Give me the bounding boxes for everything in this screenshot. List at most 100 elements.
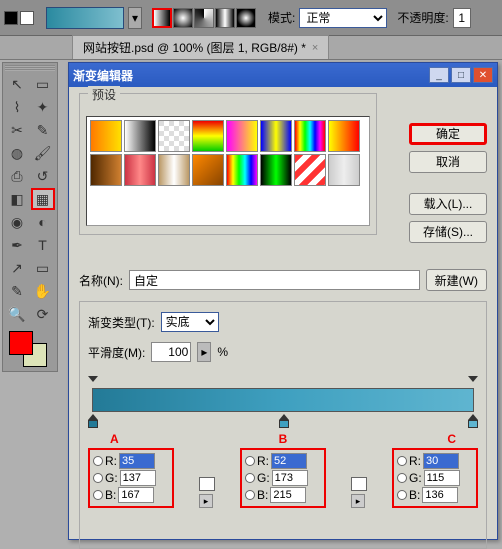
gradient-bar[interactable]: [88, 376, 478, 430]
gradient-diamond-icon[interactable]: [236, 8, 256, 28]
gradient-preview[interactable]: [46, 7, 124, 29]
radio-g[interactable]: [397, 473, 407, 483]
minimize-button[interactable]: _: [429, 67, 449, 83]
radio-g[interactable]: [245, 473, 255, 483]
preset-swatch[interactable]: [328, 154, 360, 186]
preset-swatch[interactable]: [294, 154, 326, 186]
b-input-c[interactable]: [422, 487, 458, 503]
crop-tool-icon[interactable]: ✂: [5, 119, 29, 141]
blur-tool-icon[interactable]: ◉: [5, 211, 29, 233]
rgb-box-b: R: G: B:: [240, 448, 326, 508]
move-tool-icon[interactable]: ↖: [5, 73, 29, 95]
eyedropper-tool-icon[interactable]: ✎: [31, 119, 55, 141]
tool-preset[interactable]: [4, 11, 34, 25]
pen-tool-icon[interactable]: ✒: [5, 234, 29, 256]
preset-swatch[interactable]: [328, 120, 360, 152]
gradient-angle-icon[interactable]: [194, 8, 214, 28]
history-brush-icon[interactable]: ↺: [31, 165, 55, 187]
preset-swatch[interactable]: [260, 120, 292, 152]
eraser-tool-icon[interactable]: ◧: [5, 188, 29, 210]
gradient-linear-icon[interactable]: [152, 8, 172, 28]
heal-tool-icon[interactable]: ◍: [5, 142, 29, 164]
name-input[interactable]: [129, 270, 420, 290]
tab-title: 网站按钮.psd @ 100% (图层 1, RGB/8#) *: [83, 39, 306, 56]
path-tool-icon[interactable]: ↗: [5, 257, 29, 279]
smooth-dropdown[interactable]: ▸: [197, 342, 211, 362]
swatch-icon[interactable]: [199, 477, 215, 491]
preset-swatch[interactable]: [124, 120, 156, 152]
preset-swatch[interactable]: [192, 120, 224, 152]
r-input-c[interactable]: [423, 453, 459, 469]
gradient-radial-icon[interactable]: [173, 8, 193, 28]
color-stop-c[interactable]: [468, 414, 478, 426]
close-icon[interactable]: ×: [312, 42, 318, 54]
type-select[interactable]: 实底: [161, 312, 219, 332]
mode-select[interactable]: 正常: [299, 8, 387, 28]
preset-swatch[interactable]: [90, 154, 122, 186]
titlebar[interactable]: 渐变编辑器 _ □ ✕: [69, 63, 497, 87]
preset-swatch[interactable]: [260, 154, 292, 186]
gradient-dropdown[interactable]: ▾: [128, 7, 142, 29]
g-input-c[interactable]: [424, 470, 460, 486]
dodge-tool-icon[interactable]: ◐: [31, 211, 55, 233]
tools-palette: ↖ ▭ ⌇ ✦ ✂ ✎ ◍ 🖌 ⎙ ↺ ◧ ▦ ◉ ◐ ✒ T ↗ ▭ ✎ ✋ …: [2, 62, 58, 372]
shape-tool-icon[interactable]: ▭: [31, 257, 55, 279]
smooth-unit: %: [217, 345, 228, 359]
opacity-input[interactable]: [453, 8, 471, 28]
ok-button[interactable]: 确定: [409, 123, 487, 145]
save-button[interactable]: 存储(S)...: [409, 221, 487, 243]
r-input-b[interactable]: [271, 453, 307, 469]
wand-tool-icon[interactable]: ✦: [31, 96, 55, 118]
preset-swatch[interactable]: [158, 154, 190, 186]
g-input-a[interactable]: [120, 470, 156, 486]
b-input-b[interactable]: [270, 487, 306, 503]
new-button[interactable]: 新建(W): [426, 269, 487, 291]
gradient-reflected-icon[interactable]: [215, 8, 235, 28]
close-button[interactable]: ✕: [473, 67, 493, 83]
foreground-color-swatch[interactable]: [9, 331, 33, 355]
load-button[interactable]: 载入(L)...: [409, 193, 487, 215]
preset-swatch[interactable]: [124, 154, 156, 186]
radio-b[interactable]: [397, 490, 407, 500]
r-input-a[interactable]: [119, 453, 155, 469]
notes-tool-icon[interactable]: ✎: [5, 280, 29, 302]
color-stop-a[interactable]: [88, 414, 98, 426]
chevron-right-icon[interactable]: ▸: [351, 494, 365, 508]
stamp-tool-icon[interactable]: ⎙: [5, 165, 29, 187]
drag-handle[interactable]: [5, 65, 55, 71]
preset-swatch[interactable]: [226, 154, 258, 186]
gradient-strip[interactable]: [92, 388, 474, 412]
preset-swatch[interactable]: [158, 120, 190, 152]
brush-tool-icon[interactable]: 🖌: [31, 142, 55, 164]
chevron-right-icon[interactable]: ▸: [199, 494, 213, 508]
cancel-button[interactable]: 取消: [409, 151, 487, 173]
radio-r[interactable]: [245, 456, 255, 466]
preset-swatch[interactable]: [226, 120, 258, 152]
g-input-b[interactable]: [272, 470, 308, 486]
lasso-tool-icon[interactable]: ⌇: [5, 96, 29, 118]
color-stop-b[interactable]: [279, 414, 289, 426]
rotate-tool-icon[interactable]: ⟳: [31, 303, 55, 325]
type-tool-icon[interactable]: T: [31, 234, 55, 256]
swatch-icon[interactable]: [351, 477, 367, 491]
radio-b[interactable]: [93, 490, 103, 500]
marquee-tool-icon[interactable]: ▭: [31, 73, 55, 95]
radio-g[interactable]: [93, 473, 103, 483]
opacity-stop-left[interactable]: [88, 376, 98, 386]
preset-swatch[interactable]: [192, 154, 224, 186]
hand-tool-icon[interactable]: ✋: [31, 280, 55, 302]
smooth-input[interactable]: [151, 342, 191, 362]
preset-swatch[interactable]: [294, 120, 326, 152]
radio-b[interactable]: [245, 490, 255, 500]
opacity-stop-right[interactable]: [468, 376, 478, 386]
document-tab[interactable]: 网站按钮.psd @ 100% (图层 1, RGB/8#) * ×: [72, 35, 329, 59]
color-swatches[interactable]: [5, 329, 55, 369]
zoom-tool-icon[interactable]: 🔍: [5, 303, 29, 325]
b-input-a[interactable]: [118, 487, 154, 503]
radio-r[interactable]: [93, 456, 103, 466]
radio-r[interactable]: [397, 456, 407, 466]
preset-swatch[interactable]: [90, 120, 122, 152]
maximize-button[interactable]: □: [451, 67, 471, 83]
gradient-tool-icon[interactable]: ▦: [31, 188, 55, 210]
presets-scroll[interactable]: [86, 116, 370, 226]
